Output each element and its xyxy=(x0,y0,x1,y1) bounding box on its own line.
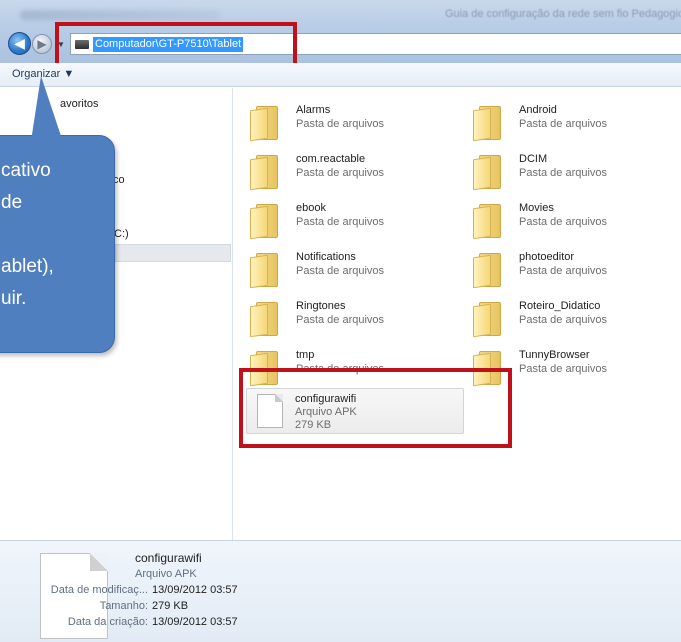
callout-line: ablet), xyxy=(1,256,54,277)
folder-type: Pasta de arquivos xyxy=(519,167,608,179)
nav-item-drive-c[interactable]: C:) xyxy=(114,228,129,240)
folder-item[interactable]: ebook Pasta de arquivos xyxy=(234,198,454,242)
folder-item[interactable]: photoeditor Pasta de arquivos xyxy=(457,247,677,291)
folder-type: Pasta de arquivos xyxy=(296,265,385,277)
folder-icon xyxy=(250,204,278,240)
details-label-modified: Data de modificaç... xyxy=(50,584,148,596)
folder-type: Pasta de arquivos xyxy=(296,167,385,179)
folder-type: Pasta de arquivos xyxy=(519,118,608,130)
title-bar-blur xyxy=(20,10,220,20)
forward-button[interactable]: ▶ xyxy=(32,34,52,54)
apk-highlight-box xyxy=(239,368,512,448)
folder-name: ebook xyxy=(296,202,326,214)
folder-item[interactable]: Alarms Pasta de arquivos xyxy=(234,100,454,144)
details-file-type: Arquivo APK xyxy=(135,568,197,580)
folder-name: Notifications xyxy=(296,251,356,263)
folder-icon xyxy=(473,253,501,289)
folder-name: Alarms xyxy=(296,104,331,116)
folder-name: Roteiro_Didatico xyxy=(519,300,601,312)
details-label-created: Data da criação: xyxy=(67,616,148,628)
callout-line: cativo xyxy=(1,160,51,181)
folder-icon xyxy=(250,106,278,142)
details-value-size: 279 KB xyxy=(152,600,189,612)
address-highlight-box xyxy=(55,22,297,68)
folder-item[interactable]: Ringtones Pasta de arquivos xyxy=(234,296,454,340)
folder-item[interactable]: DCIM Pasta de arquivos xyxy=(457,149,677,193)
back-button[interactable]: ◀ xyxy=(8,32,31,55)
callout-line: uir. xyxy=(1,288,27,309)
folder-icon xyxy=(473,155,501,191)
folder-name: DCIM xyxy=(519,153,548,165)
nav-item-selected[interactable] xyxy=(115,244,231,262)
folder-name: com.reactable xyxy=(296,153,366,165)
folder-name: tmp xyxy=(296,349,315,361)
folder-icon xyxy=(473,204,501,240)
folder-icon xyxy=(250,155,278,191)
folder-type: Pasta de arquivos xyxy=(519,216,608,228)
folder-item[interactable]: com.reactable Pasta de arquivos xyxy=(234,149,454,193)
back-arrow-icon: ◀ xyxy=(14,35,25,51)
folder-type: Pasta de arquivos xyxy=(296,314,385,326)
details-pane: configurawifi Arquivo APK Data de modifi… xyxy=(0,540,681,642)
window-title: Guia de configuração da rede sem fio Ped… xyxy=(445,8,681,20)
folder-name: Movies xyxy=(519,202,554,214)
details-label-size: Tamanho: xyxy=(99,600,148,612)
folder-item[interactable]: Roteiro_Didatico Pasta de arquivos xyxy=(457,296,677,340)
toolbar: Organizar ▼ xyxy=(0,63,681,87)
forward-arrow-icon: ▶ xyxy=(37,37,47,51)
folder-name: TunnyBrowser xyxy=(519,349,590,361)
folder-type: Pasta de arquivos xyxy=(519,363,608,375)
details-value-created: 13/09/2012 03:57 xyxy=(152,616,238,628)
folder-name: photoeditor xyxy=(519,251,575,263)
folder-type: Pasta de arquivos xyxy=(519,314,608,326)
folder-name: Android xyxy=(519,104,557,116)
callout-balloon: cativo de ablet), uir. xyxy=(0,76,115,353)
folder-name: Ringtones xyxy=(296,300,346,312)
folder-item[interactable]: Notifications Pasta de arquivos xyxy=(234,247,454,291)
folder-type: Pasta de arquivos xyxy=(296,118,385,130)
file-list: Alarms Pasta de arquivos Android Pasta d… xyxy=(234,88,681,540)
folder-icon xyxy=(473,302,501,338)
details-value-modified: 13/09/2012 03:57 xyxy=(152,584,238,596)
folder-type: Pasta de arquivos xyxy=(519,265,608,277)
folder-icon xyxy=(250,253,278,289)
callout-tail xyxy=(29,76,67,154)
folder-item[interactable]: Movies Pasta de arquivos xyxy=(457,198,677,242)
callout-line: de xyxy=(1,192,23,213)
folder-item[interactable]: Android Pasta de arquivos xyxy=(457,100,677,144)
folder-icon xyxy=(250,302,278,338)
folder-type: Pasta de arquivos xyxy=(296,216,385,228)
folder-icon xyxy=(473,106,501,142)
details-file-name: configurawifi xyxy=(135,551,202,565)
